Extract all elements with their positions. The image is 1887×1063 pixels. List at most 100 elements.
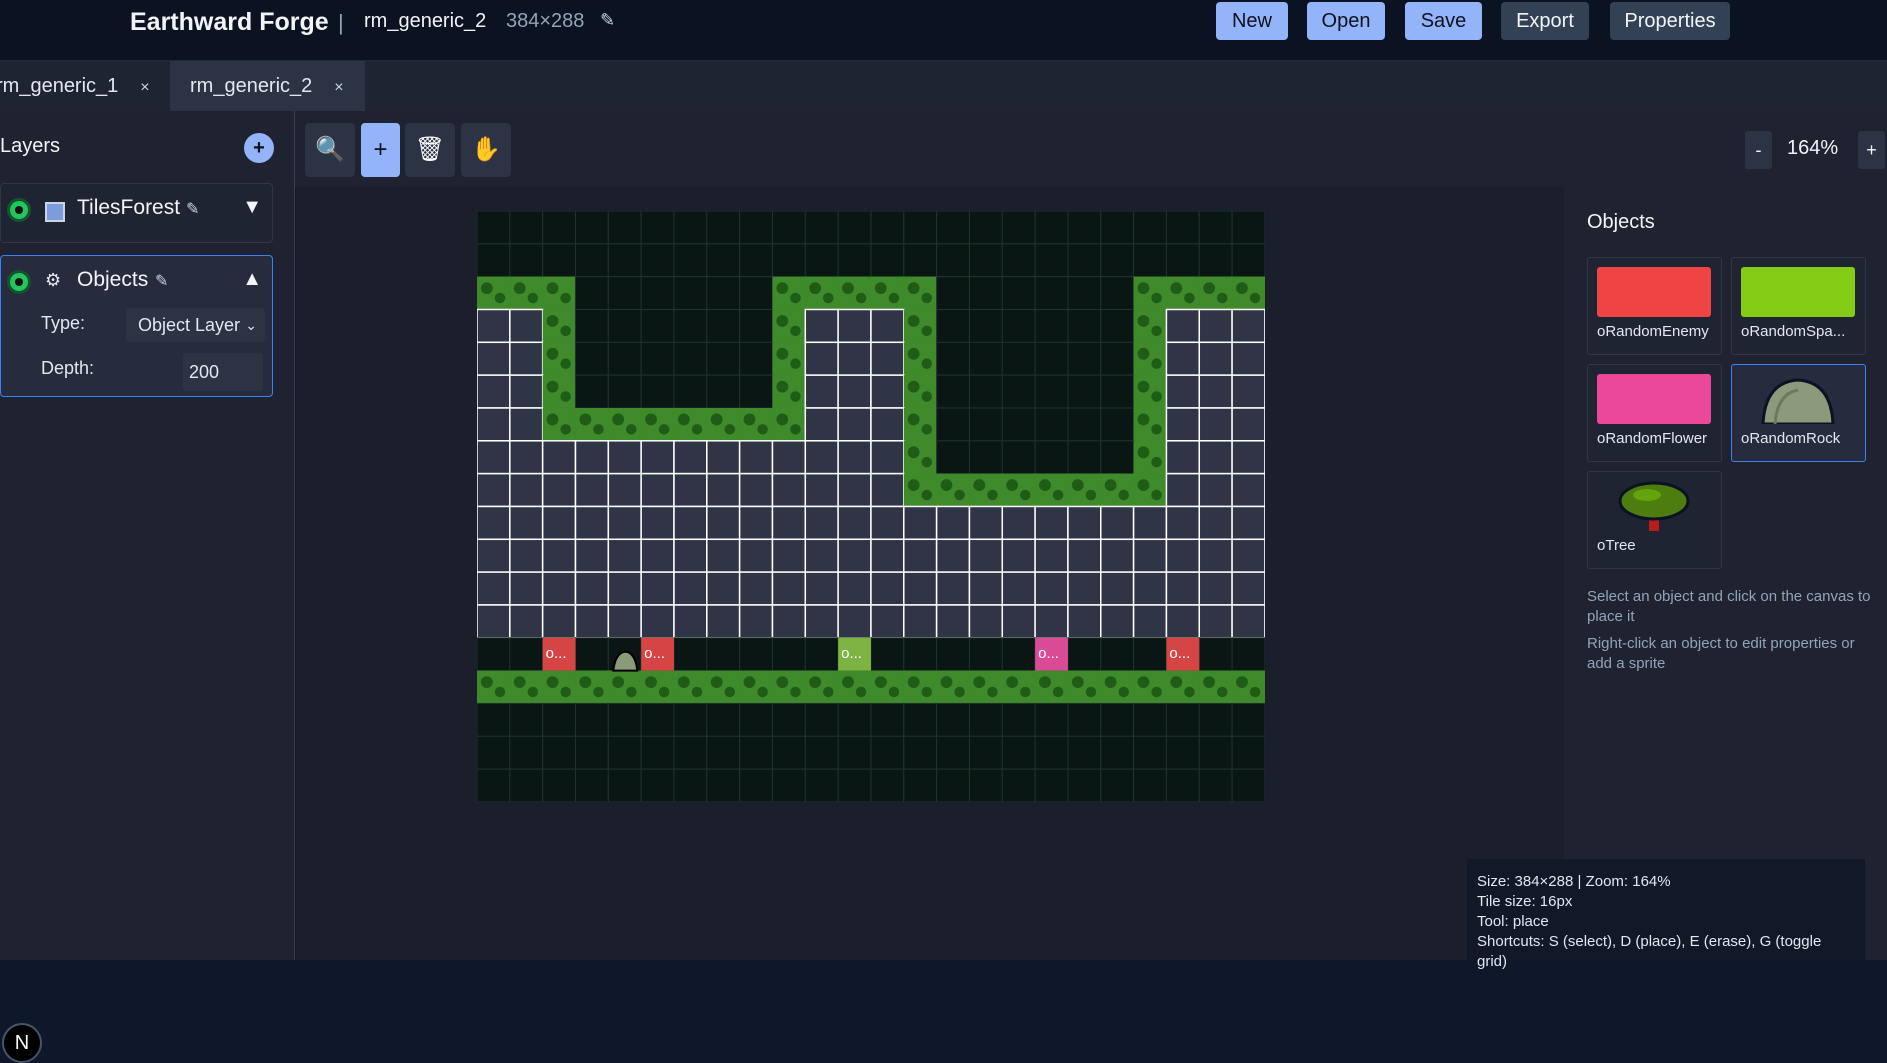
tab-rm-generic-2[interactable]: rm_generic_2 × <box>170 61 365 111</box>
object-orandomrock[interactable]: oRandomRock <box>1731 364 1866 462</box>
empty-tile <box>1034 341 1069 376</box>
solid-tile <box>870 341 905 376</box>
leaf-detail <box>626 686 637 698</box>
leaf-detail <box>579 676 592 689</box>
object-orandomflower[interactable]: oRandomFlower <box>1587 364 1722 462</box>
solid-tile <box>771 571 807 606</box>
eye-icon[interactable] <box>7 198 31 222</box>
rock-sprite-icon <box>1761 378 1835 424</box>
close-icon[interactable]: × <box>140 79 149 96</box>
export-button[interactable]: Export <box>1501 2 1589 40</box>
zoom-out-button[interactable]: - <box>1745 131 1772 169</box>
empty-tile <box>1034 211 1069 245</box>
leaf-detail <box>842 282 854 295</box>
layer-name: Objects <box>77 268 149 291</box>
empty-tile <box>903 735 938 770</box>
empty-tile <box>1165 243 1200 278</box>
next-logo-badge[interactable]: N <box>2 1023 42 1063</box>
empty-tile <box>673 768 708 802</box>
solid-tile <box>607 472 642 508</box>
magnifier-icon[interactable]: 🔍 <box>305 123 355 177</box>
leaf-detail <box>757 424 768 435</box>
pencil-icon[interactable]: ✎ <box>155 271 168 291</box>
object-otree[interactable]: oTree <box>1587 471 1722 569</box>
grass-tile <box>542 407 576 442</box>
empty-tile <box>936 211 970 245</box>
expand-arrow-icon[interactable]: ▲ <box>242 268 262 291</box>
solid-tile <box>1231 407 1265 442</box>
solid-tile <box>509 440 544 475</box>
properties-button[interactable]: Properties <box>1610 2 1730 40</box>
collapse-arrow-icon[interactable]: ▼ <box>242 196 262 219</box>
solid-tile <box>1165 604 1201 639</box>
grass-tile <box>542 309 576 343</box>
close-icon[interactable]: × <box>334 79 343 96</box>
leaf-detail <box>921 358 933 369</box>
status-tile-size: Tile size: 16px <box>1477 893 1573 910</box>
grass-tile <box>1133 342 1167 376</box>
solid-tile <box>1132 538 1168 573</box>
leaf-detail <box>1151 391 1162 402</box>
empty-tile <box>673 702 708 737</box>
leaf-detail <box>776 282 789 295</box>
eye-icon[interactable] <box>7 270 31 294</box>
leaf-detail <box>546 413 559 426</box>
solid-tile <box>1132 571 1168 606</box>
leaf-detail <box>1052 489 1064 501</box>
hand-icon[interactable]: ✋ <box>461 123 511 177</box>
leaf-detail <box>1118 686 1130 698</box>
solid-tile <box>870 604 905 639</box>
pencil-icon[interactable]: ✎ <box>600 10 615 31</box>
room-tilemap[interactable]: o... o... o... o... o... <box>477 211 1265 802</box>
solid-tile <box>968 505 1004 541</box>
solid-tile <box>1231 440 1265 475</box>
layer-tilesforest[interactable]: TilesForest ✎ ▼ <box>0 183 273 243</box>
empty-tile <box>1001 243 1036 278</box>
empty-tile <box>706 768 741 802</box>
object-name: oRandomFlower <box>1597 430 1708 447</box>
leaf-detail <box>527 686 539 698</box>
leaf-detail <box>1020 489 1031 501</box>
open-button[interactable]: Open <box>1307 2 1385 40</box>
solid-tile <box>1132 604 1168 639</box>
trash-icon[interactable]: 🗑 <box>405 123 455 177</box>
save-button[interactable]: Save <box>1405 2 1482 40</box>
object-orandomenemy[interactable]: oRandomEnemy <box>1587 257 1722 355</box>
empty-tile <box>1231 243 1265 278</box>
pencil-icon[interactable]: ✎ <box>186 199 199 219</box>
object-name: oRandomSpa... <box>1741 323 1846 340</box>
enemy-swatch <box>1597 267 1711 317</box>
empty-tile <box>968 637 1003 672</box>
solid-tile <box>738 440 774 475</box>
empty-tile <box>1034 702 1069 737</box>
solid-tile <box>541 505 577 541</box>
room-canvas[interactable]: o... o... o... o... o... <box>477 211 1265 802</box>
new-button[interactable]: New <box>1216 2 1288 40</box>
solid-tile <box>1231 571 1265 606</box>
leaf-detail <box>790 292 801 304</box>
solid-tile <box>477 374 511 409</box>
type-label: Type: <box>41 313 86 333</box>
layer-type-select[interactable]: Object Layer ⌄ <box>126 308 265 342</box>
depth-input[interactable]: 200 <box>183 353 263 391</box>
solid-tile <box>1165 571 1201 606</box>
tab-rm-generic-1[interactable]: rm_generic_1 × <box>0 61 168 111</box>
zoom-in-button[interactable]: + <box>1858 131 1885 169</box>
layer-objects[interactable]: ⚙ Objects ✎ ▲ Type: Object Layer ⌄ Depth… <box>0 255 273 397</box>
leaf-detail <box>907 446 920 459</box>
grass-tile <box>542 670 576 704</box>
empty-tile <box>870 211 905 245</box>
add-layer-button[interactable]: + <box>244 133 274 163</box>
solid-tile <box>870 571 905 606</box>
solid-tile <box>903 571 938 606</box>
object-orandomspawn[interactable]: oRandomSpa... <box>1731 257 1866 355</box>
empty-tile <box>607 341 642 376</box>
tab-bar: rm_generic_1 × rm_generic_2 × <box>0 61 1887 111</box>
tab-label: rm_generic_2 <box>190 75 313 97</box>
leaf-detail <box>1151 489 1162 501</box>
solid-tile <box>607 604 642 639</box>
solid-tile <box>738 472 774 508</box>
empty-tile <box>607 276 642 310</box>
plus-icon[interactable]: + <box>361 123 400 177</box>
empty-tile <box>574 211 609 245</box>
